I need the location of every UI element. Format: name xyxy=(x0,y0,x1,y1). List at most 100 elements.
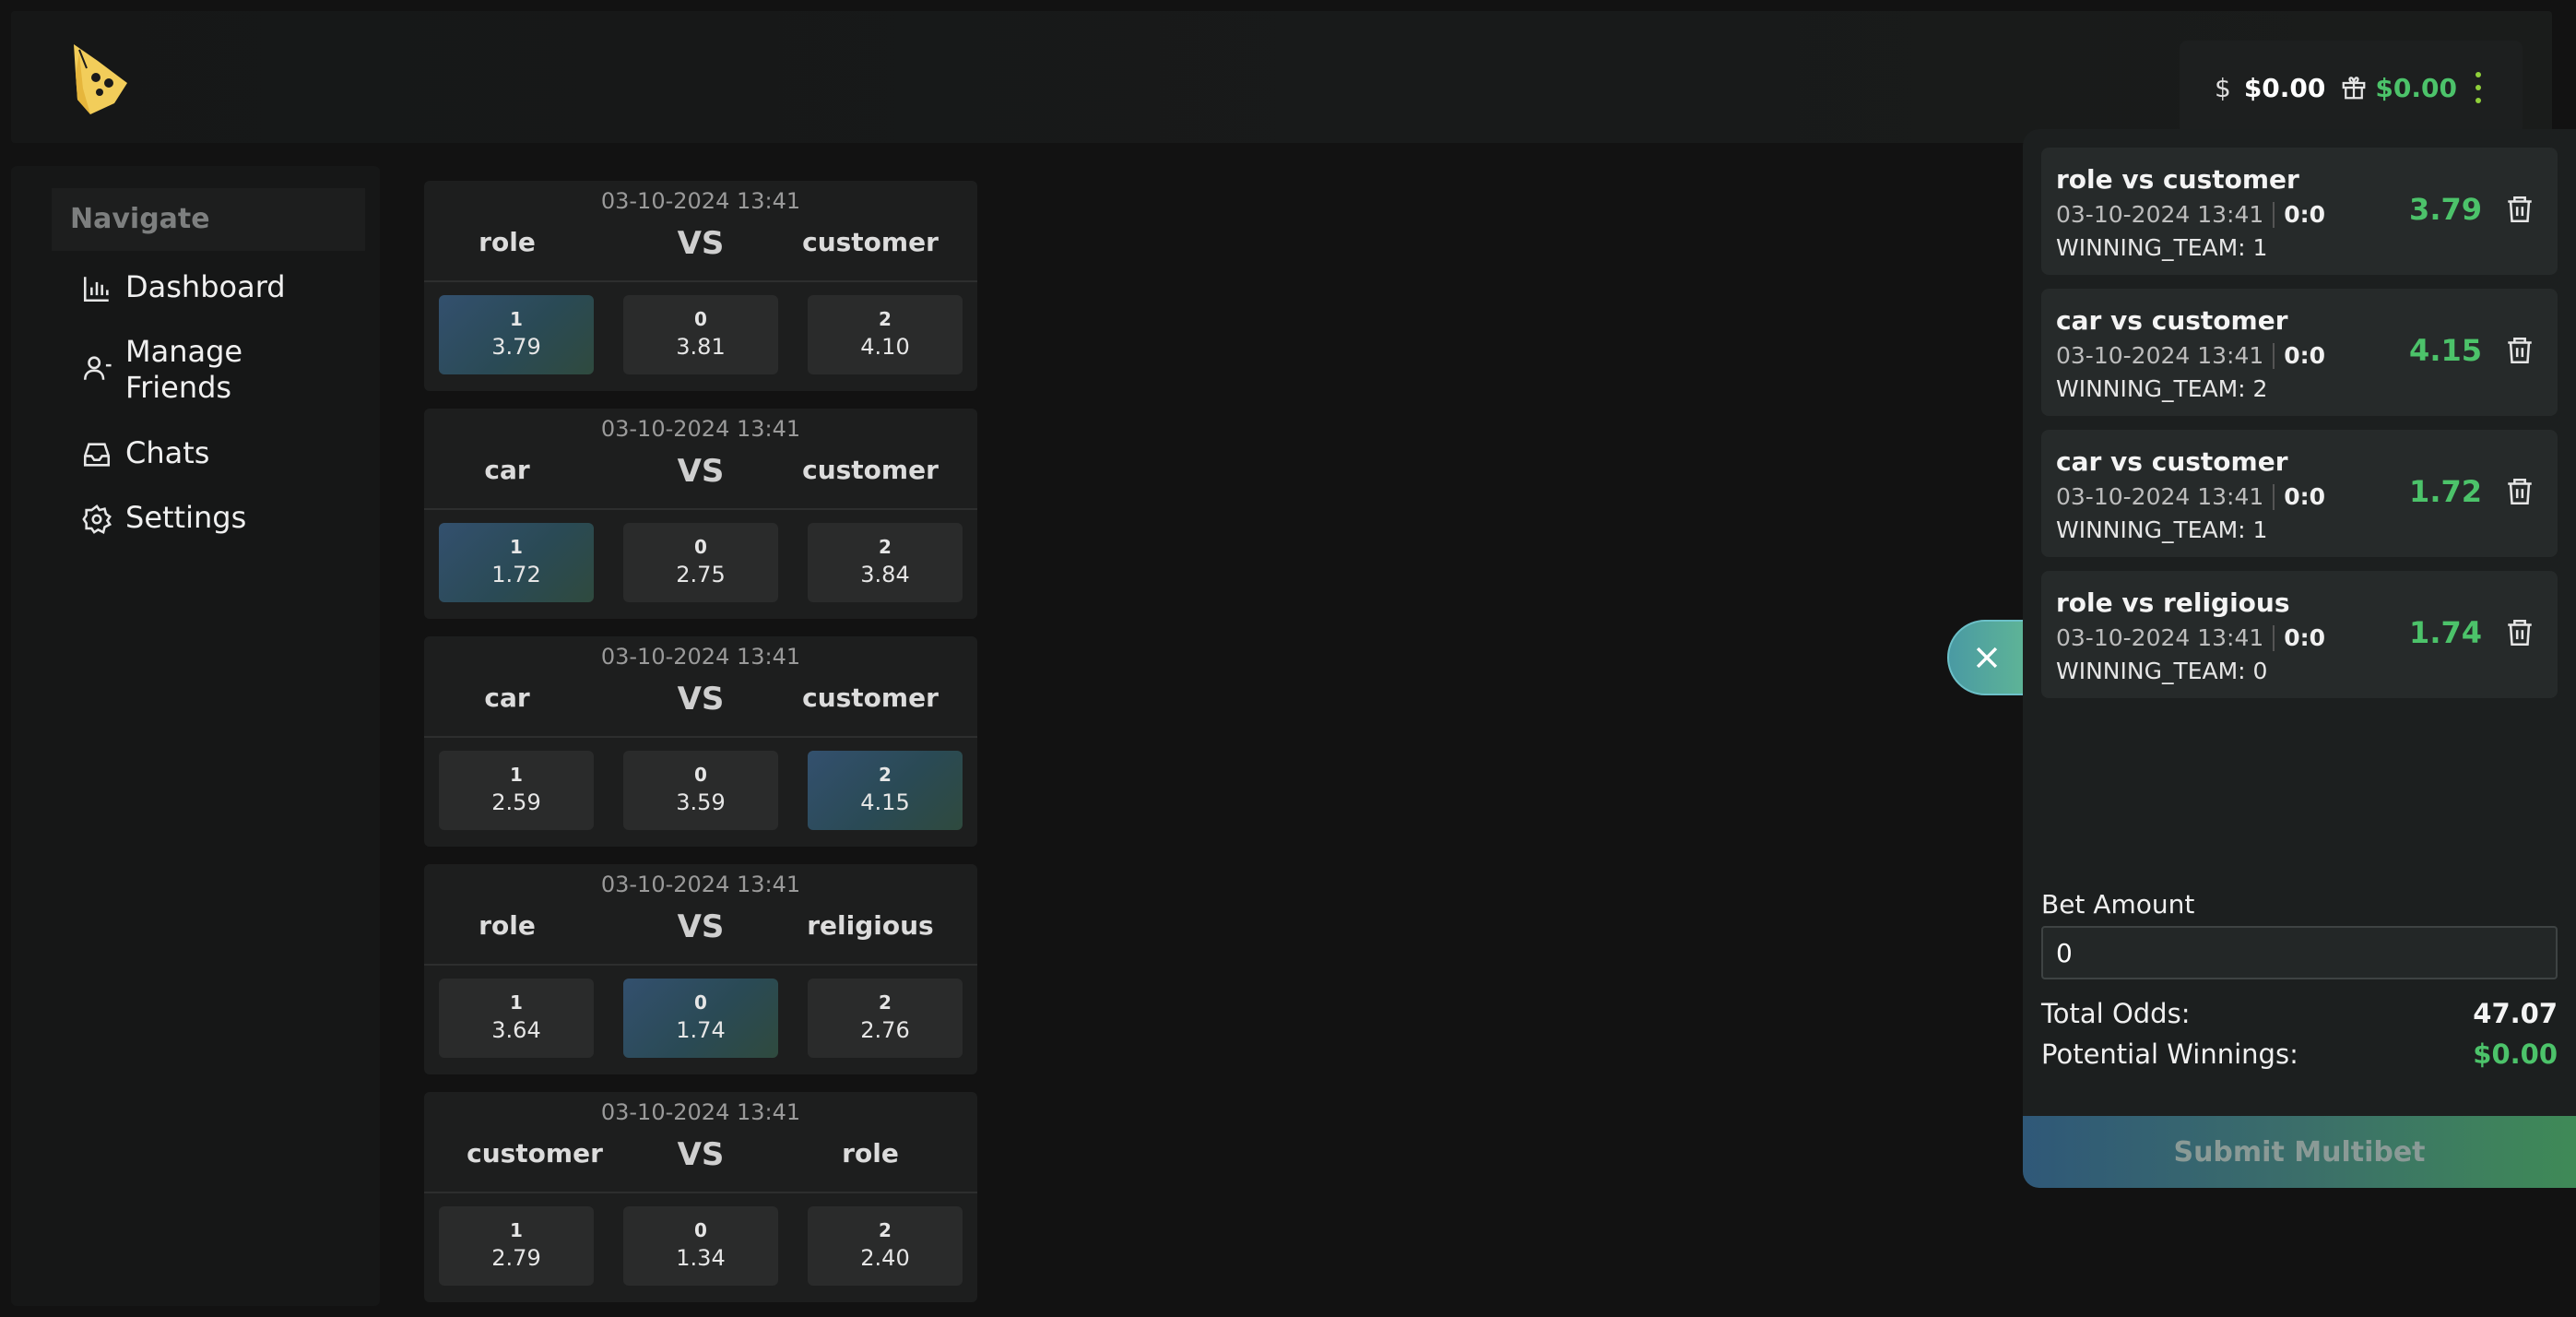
team-away: customer xyxy=(802,455,939,485)
bet-winning-team: WINNING_TEAM: 2 xyxy=(2056,375,2268,402)
sidebar-item-manage-friends[interactable]: Manage Friends xyxy=(81,334,266,406)
match-card: 03-10-2024 13:41 role VS religious 1 3.64… xyxy=(424,864,977,1074)
divider xyxy=(424,1192,977,1193)
trash-icon[interactable] xyxy=(2504,194,2535,225)
match-date: 03-10-2024 13:41 xyxy=(600,416,801,442)
odd-button-home[interactable]: 1 2.59 xyxy=(439,751,594,830)
bet-item: car vs customer 03-10-2024 13:41 0:0 WINN… xyxy=(2041,289,2558,416)
close-betslip-button[interactable] xyxy=(1947,620,2030,695)
odd-button-home[interactable]: 1 3.64 xyxy=(439,979,594,1058)
wallet-panel: $ $0.00 $0.00 xyxy=(2180,41,2523,135)
sidebar-item-chats[interactable]: Chats xyxy=(81,435,209,470)
odd-button-draw[interactable]: 0 3.81 xyxy=(623,295,778,374)
odd-label: 0 xyxy=(694,1219,707,1241)
sidebar-item-dashboard[interactable]: Dashboard xyxy=(81,269,286,304)
odd-value: 3.59 xyxy=(676,789,726,815)
divider xyxy=(424,736,977,738)
team-home: car xyxy=(484,455,530,485)
inbox-icon xyxy=(83,443,111,467)
gear-icon xyxy=(82,504,112,535)
odd-label: 2 xyxy=(879,536,892,558)
odd-value: 4.15 xyxy=(860,789,910,815)
team-away: role xyxy=(842,1138,899,1169)
match-date: 03-10-2024 13:41 xyxy=(600,1099,801,1125)
bet-score: 0:0 xyxy=(2284,624,2326,651)
bet-odds: 1.74 xyxy=(2409,615,2482,650)
bet-amount-input[interactable] xyxy=(2041,926,2558,979)
total-odds-label: Total Odds: xyxy=(2041,998,2191,1029)
bet-odds: 1.72 xyxy=(2409,474,2482,509)
odd-value: 3.84 xyxy=(860,562,910,587)
odd-value: 2.40 xyxy=(860,1245,910,1271)
vs-label: VS xyxy=(677,453,725,490)
odd-label: 0 xyxy=(694,991,707,1014)
odd-button-draw[interactable]: 0 2.75 xyxy=(623,523,778,602)
odd-label: 1 xyxy=(510,764,523,786)
odd-button-draw[interactable]: 0 3.59 xyxy=(623,751,778,830)
trash-icon[interactable] xyxy=(2504,617,2535,648)
bet-amount-label: Bet Amount xyxy=(2041,889,2195,920)
bet-score: 0:0 xyxy=(2284,483,2326,510)
vs-label: VS xyxy=(677,908,725,945)
sidebar-item-label: Chats xyxy=(125,435,210,470)
match-card: 03-10-2024 13:41 car VS customer 1 2.59 0… xyxy=(424,636,977,847)
bet-date: 03-10-2024 13:41 xyxy=(2056,483,2264,510)
divider xyxy=(424,964,977,966)
bet-item: car vs customer 03-10-2024 13:41 0:0 WINN… xyxy=(2041,430,2558,557)
odd-button-away[interactable]: 2 2.40 xyxy=(808,1206,963,1286)
odd-label: 0 xyxy=(694,536,707,558)
odd-button-away[interactable]: 2 4.15 xyxy=(808,751,963,830)
bet-winning-team: WINNING_TEAM: 0 xyxy=(2056,658,2268,684)
odd-button-home[interactable]: 1 1.72 xyxy=(439,523,594,602)
match-date: 03-10-2024 13:41 xyxy=(600,644,801,670)
close-icon xyxy=(1976,647,1998,669)
dollar-icon: $ xyxy=(2215,72,2231,103)
odd-button-away[interactable]: 2 4.10 xyxy=(808,295,963,374)
bet-odds: 3.79 xyxy=(2409,192,2482,227)
odd-label: 2 xyxy=(879,764,892,786)
bet-title: role vs customer xyxy=(2056,164,2299,195)
user-icon xyxy=(83,356,112,380)
bet-date: 03-10-2024 13:41 xyxy=(2056,201,2264,228)
match-date: 03-10-2024 13:41 xyxy=(600,872,801,897)
odd-button-home[interactable]: 1 2.79 xyxy=(439,1206,594,1286)
odd-button-draw[interactable]: 0 1.34 xyxy=(623,1206,778,1286)
match-date: 03-10-2024 13:41 xyxy=(600,188,801,214)
divider xyxy=(424,280,977,282)
sidebar: Navigate Dashboard Manage Friends Chats … xyxy=(11,166,380,1306)
odd-value: 1.74 xyxy=(676,1017,726,1043)
odd-value: 1.72 xyxy=(491,562,541,587)
more-menu-icon[interactable] xyxy=(2475,72,2482,103)
bet-title: car vs customer xyxy=(2056,446,2288,477)
sidebar-item-label: Dashboard xyxy=(125,269,286,304)
bet-title: car vs customer xyxy=(2056,305,2288,336)
bet-score: 0:0 xyxy=(2284,201,2326,228)
odd-value: 3.64 xyxy=(491,1017,541,1043)
bet-item: role vs customer 03-10-2024 13:41 0:0 WIN… xyxy=(2041,148,2558,275)
trash-icon[interactable] xyxy=(2504,335,2535,366)
team-away: customer xyxy=(802,682,939,713)
odd-button-draw[interactable]: 0 1.74 xyxy=(623,979,778,1058)
team-home: role xyxy=(479,910,536,941)
top-header: $ $0.00 $0.00 xyxy=(11,11,2552,143)
odd-button-away[interactable]: 2 2.76 xyxy=(808,979,963,1058)
odd-label: 2 xyxy=(879,1219,892,1241)
app-logo[interactable] xyxy=(66,41,133,114)
odd-value: 3.81 xyxy=(676,334,726,360)
odd-button-home[interactable]: 1 3.79 xyxy=(439,295,594,374)
odd-label: 1 xyxy=(510,308,523,330)
odd-label: 1 xyxy=(510,1219,523,1241)
odd-label: 0 xyxy=(694,308,707,330)
bet-winning-team: WINNING_TEAM: 1 xyxy=(2056,516,2268,543)
bet-odds: 4.15 xyxy=(2409,333,2482,368)
nav-title: Navigate xyxy=(52,188,365,251)
odd-label: 0 xyxy=(694,764,707,786)
vs-label: VS xyxy=(677,681,725,718)
trash-icon[interactable] xyxy=(2504,476,2535,507)
odd-value: 1.34 xyxy=(676,1245,726,1271)
odd-button-away[interactable]: 2 3.84 xyxy=(808,523,963,602)
sidebar-item-settings[interactable]: Settings xyxy=(81,500,246,535)
bet-item: role vs religious 03-10-2024 13:41 0:0 WI… xyxy=(2041,571,2558,698)
team-away: customer xyxy=(802,227,939,257)
submit-multibet-button[interactable]: Submit Multibet xyxy=(2023,1116,2576,1188)
